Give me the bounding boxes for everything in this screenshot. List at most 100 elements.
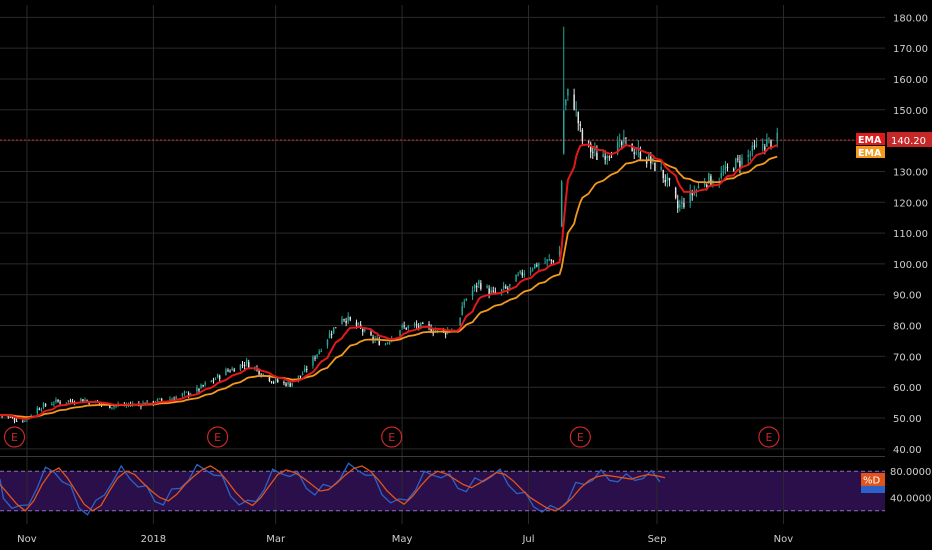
candle-body	[463, 301, 465, 305]
candle-body	[739, 160, 741, 167]
candle-body	[316, 354, 318, 358]
candle-body	[492, 290, 495, 292]
time-axis: Nov 2018 Mar May Jul Sep Nov	[17, 534, 793, 545]
candle-body	[361, 328, 364, 332]
candle-body	[210, 380, 213, 383]
candle-body	[592, 151, 594, 153]
candle-body	[229, 371, 231, 373]
candle-body	[529, 270, 532, 273]
earnings-marker[interactable]: E	[207, 426, 229, 448]
candle-body	[674, 187, 677, 198]
candle-body	[38, 408, 41, 410]
candle-body	[602, 153, 604, 158]
candle-body	[301, 374, 304, 376]
candle-body	[403, 325, 405, 327]
candle-body	[732, 168, 735, 172]
candle-body	[216, 374, 219, 378]
stochastic-tick-label: 40.0000	[890, 494, 931, 505]
candle-body	[303, 368, 306, 372]
candle-body	[274, 378, 277, 381]
candle-body	[388, 342, 391, 344]
candle-body	[560, 181, 563, 227]
candle-body	[196, 387, 198, 392]
candle-body	[67, 400, 70, 402]
candle-body	[171, 398, 173, 400]
candle-body	[258, 370, 260, 375]
candle-body	[69, 400, 72, 402]
candle-body	[459, 317, 461, 325]
candle-body	[697, 186, 700, 189]
candle-body	[596, 152, 598, 160]
candle-body	[42, 403, 45, 408]
candle-body	[187, 393, 190, 396]
candle-body	[523, 274, 526, 276]
candle-body	[245, 359, 248, 364]
earnings-label: E	[388, 431, 395, 444]
candle-body	[422, 322, 424, 324]
candle-body	[567, 88, 569, 96]
candle-body	[633, 152, 635, 154]
candle-body	[722, 171, 725, 173]
candle-body	[768, 137, 770, 139]
candle-body	[22, 421, 24, 423]
candle-body	[486, 285, 488, 288]
candle-body	[515, 274, 517, 282]
candle-body	[639, 152, 642, 159]
price-tick-label: 120.00	[893, 198, 928, 209]
candle-body	[36, 408, 39, 414]
candle-body	[306, 369, 308, 371]
price-tick-label: 100.00	[893, 260, 928, 271]
candle-body	[509, 284, 511, 287]
chart-canvas[interactable]: E E E E E 40.00 50.00 60.00 70.00 80.00 90.00 100.0…	[0, 0, 932, 550]
price-tick-label: 50.00	[893, 414, 922, 425]
candle-body	[749, 154, 752, 156]
earnings-marker[interactable]: E	[569, 426, 591, 448]
candle-body	[243, 365, 246, 367]
candle-body	[608, 156, 611, 158]
candle-body	[285, 383, 287, 386]
candle-body	[9, 416, 12, 418]
candle-body	[318, 351, 320, 354]
candle-body	[44, 404, 47, 406]
candle-body	[517, 274, 519, 276]
candle-body	[51, 404, 53, 406]
candle-body	[666, 176, 669, 181]
candle-body	[343, 319, 345, 321]
candle-body	[710, 176, 712, 185]
candle-body	[335, 327, 337, 329]
earnings-marker[interactable]: E	[758, 426, 780, 448]
candle-body	[604, 156, 606, 160]
candle-body	[606, 156, 608, 159]
price-tick-label: 110.00	[893, 229, 928, 240]
candle-body	[737, 158, 739, 160]
candle-body	[413, 323, 416, 325]
candle-body	[53, 403, 55, 405]
candle-body	[741, 157, 743, 165]
candle-body	[587, 141, 590, 143]
candle-body	[724, 166, 727, 171]
candle-body	[13, 418, 16, 421]
candle-body	[320, 351, 322, 353]
candle-body	[247, 362, 250, 368]
candle-body	[183, 391, 186, 393]
ema-legend-badge: EMA	[856, 146, 885, 159]
candle-body	[552, 260, 555, 262]
candle-body	[55, 399, 57, 402]
candle-body	[546, 259, 548, 262]
time-tick-label: May	[392, 534, 413, 545]
candle-body	[328, 333, 331, 338]
candle-body	[679, 204, 681, 208]
candle-body	[233, 369, 235, 372]
candle-body	[283, 382, 285, 384]
stock-chart: E E E E E 40.00 50.00 60.00 70.00 80.00 90.00 100.0…	[0, 0, 932, 550]
candle-body	[720, 172, 722, 178]
candle-body	[664, 179, 667, 183]
earnings-marker[interactable]: E	[3, 426, 26, 448]
candle-body	[565, 99, 567, 106]
candle-body	[519, 270, 521, 273]
candle-body	[538, 263, 540, 266]
earnings-marker[interactable]: E	[381, 426, 403, 448]
candle-body	[57, 400, 59, 402]
price-tick-label: 70.00	[893, 352, 922, 363]
candle-body	[330, 333, 333, 335]
